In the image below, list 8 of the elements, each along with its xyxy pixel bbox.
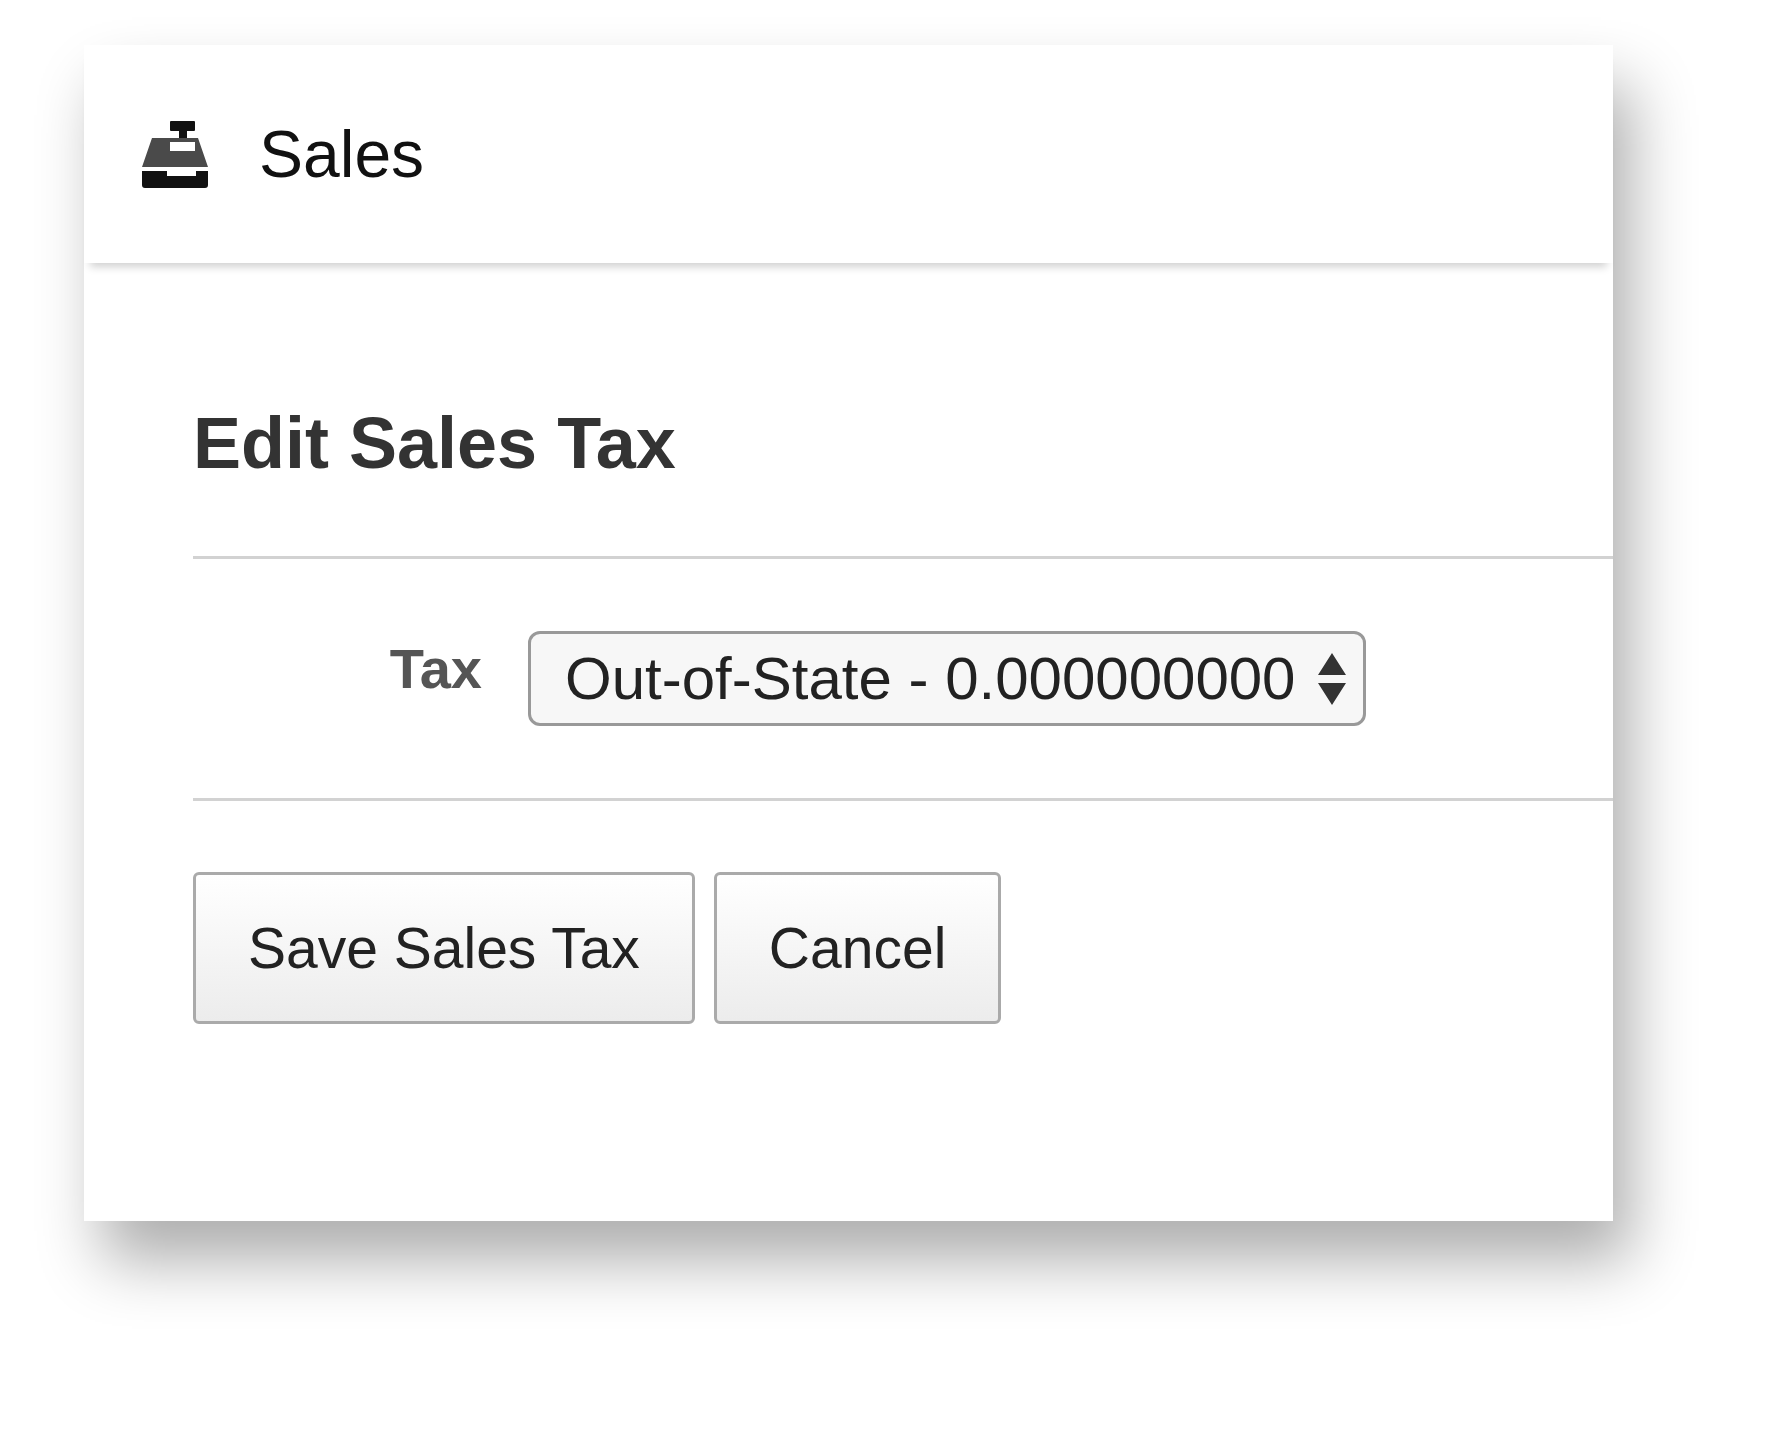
app-title: Sales: [259, 121, 425, 187]
cancel-button[interactable]: Cancel: [713, 872, 1002, 1025]
up-down-arrows-icon: [1317, 652, 1346, 705]
form-title: Edit Sales Tax: [193, 402, 677, 485]
register-icon: [142, 120, 208, 188]
save-button[interactable]: Save Sales Tax: [193, 872, 695, 1025]
field-label: Tax: [388, 636, 482, 703]
tax-select[interactable]: Out-of-State - 0.000000000: [528, 631, 1366, 727]
